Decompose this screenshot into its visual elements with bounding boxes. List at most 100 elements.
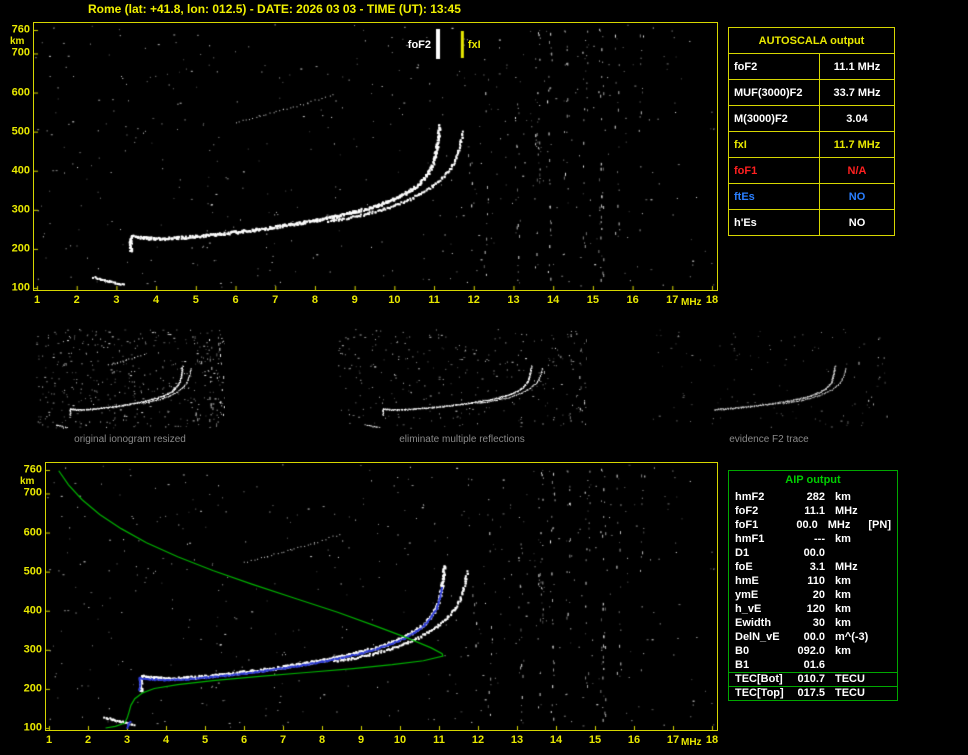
y-axis-tick-label: 200 <box>23 682 42 695</box>
x-axis-tick-label: 4 <box>153 294 160 306</box>
aip-param-unit: TECU <box>835 687 865 699</box>
aip-param-label: D1 <box>735 547 750 559</box>
aip-tec-row: TEC[Bot] 010.7 TECU <box>729 672 897 686</box>
aip-param-label: hmF2 <box>735 491 765 503</box>
page-title: Rome (lat: +41.8, lon: 012.5) - DATE: 20… <box>88 2 461 16</box>
x-axis-tick-label: 10 <box>388 294 401 306</box>
x-axis-tick-label: 2 <box>73 294 80 306</box>
aip-param-label: foF1 <box>735 519 759 531</box>
x-axis-tick-label: 17 <box>666 294 679 306</box>
x-axis-tick-label: 15 <box>586 294 599 306</box>
thumbnail-caption-original: original ionogram resized <box>74 434 186 445</box>
x-axis-tick-label: 4 <box>162 734 170 746</box>
aip-param-value: 01.6 <box>803 659 825 671</box>
x-axis-tick-label: 17 <box>666 734 680 746</box>
y-axis-tick-label: 600 <box>23 526 42 539</box>
autoscala-header-row: AUTOSCALA output <box>728 27 895 54</box>
bottom-y-axis-unit-label: km <box>20 476 35 487</box>
x-axis-tick-label: 12 <box>467 294 480 306</box>
autoscala-param-value: 33.7 MHz <box>819 79 895 106</box>
aip-param-value: 00.0 <box>803 631 825 643</box>
y-axis-tick-label: 700 <box>23 486 42 499</box>
autoscala-row: M(3000)F2 3.04 <box>728 105 895 132</box>
y-axis-tick-label: 500 <box>23 565 42 578</box>
x-axis-tick-label: 8 <box>311 294 318 306</box>
x-axis-tick-label: 13 <box>510 734 524 746</box>
x-axis-tick-label: 11 <box>428 294 440 306</box>
autoscala-row: MUF(3000)F2 33.7 MHz <box>728 79 895 106</box>
autoscala-param-label: foF1 <box>728 157 820 184</box>
y-axis-tick-label: 300 <box>11 203 30 216</box>
x-axis-tick-label: 18 <box>705 294 719 306</box>
x-axis-tick-label: 1 <box>33 294 41 306</box>
aip-param-value: 017.5 <box>797 687 825 699</box>
autoscala-param-value: 11.1 MHz <box>819 53 895 80</box>
autoscala-output-table: AUTOSCALA output foF2 11.1 MHz MUF(3000)F2… <box>728 27 895 236</box>
fxI-marker-label: fxI <box>467 39 481 51</box>
foF2-marker-label: foF2 <box>407 39 432 51</box>
aip-param-unit: km <box>835 617 851 629</box>
x-axis-tick-label: 18 <box>705 734 719 746</box>
top-ionogram-canvas <box>33 22 718 291</box>
thumbnail-original-ionogram-resized <box>35 328 225 430</box>
aip-row: foF2 11.1 MHz <box>729 504 897 518</box>
autoscala-param-label: MUF(3000)F2 <box>728 79 820 106</box>
thumbnail-caption-eliminate: eliminate multiple reflections <box>399 434 525 445</box>
aip-param-unit: MHz <box>835 505 858 517</box>
autoscala-param-label: M(3000)F2 <box>728 105 820 132</box>
aip-param-value: --- <box>814 533 825 545</box>
aip-param-value: 092.0 <box>797 645 825 657</box>
aip-param-unit <box>835 658 877 672</box>
aip-param-value: 3.1 <box>809 561 825 573</box>
autoscala-param-label: h'Es <box>728 209 820 236</box>
top-y-axis-unit-label: km <box>10 36 25 47</box>
autoscala-param-label: fxI <box>728 131 820 158</box>
autoscala-row: foF2 11.1 MHz <box>728 53 895 80</box>
y-axis-tick-label: 760 <box>11 23 30 36</box>
aip-param-label: h_vE <box>735 603 762 615</box>
aip-param-unit: m^(-3) <box>835 631 869 643</box>
x-axis-tick-label: 5 <box>201 734 209 746</box>
autoscala-param-value: NO <box>819 183 895 210</box>
y-axis-tick-label: 500 <box>11 125 30 138</box>
thumbnail-eliminate-multiple-reflections <box>337 328 587 430</box>
aip-param-label: foE <box>735 561 753 573</box>
aip-param-unit <box>835 546 877 560</box>
x-axis-tick-label: 6 <box>240 734 248 746</box>
aip-param-label: TEC[Top] <box>735 687 784 699</box>
autoscala-row: h'Es NO <box>728 209 895 236</box>
x-axis-tick-label: 7 <box>279 734 287 746</box>
aip-param-label: DelN_vE <box>735 631 780 643</box>
x-axis-tick-label: 9 <box>357 734 365 746</box>
x-axis-tick-label: 11 <box>433 734 445 746</box>
y-axis-tick-label: 400 <box>23 604 42 617</box>
aip-param-unit: km <box>835 603 851 615</box>
x-axis-tick-label: 10 <box>393 734 407 746</box>
x-axis-tick-label: 14 <box>549 734 563 746</box>
x-axis-tick-label: 6 <box>232 294 239 306</box>
aip-param-label: hmE <box>735 575 759 587</box>
aip-param-value: 282 <box>806 491 825 503</box>
aip-row: Ewidth 30 km <box>729 616 897 630</box>
autoscala-row: ftEs NO <box>728 183 895 210</box>
autoscala-param-value: N/A <box>819 157 895 184</box>
y-axis-tick-label: 100 <box>11 281 30 294</box>
aip-param-label: Ewidth <box>735 617 772 629</box>
bottom-ionogram-canvas <box>45 462 718 731</box>
aip-param-value: 11.1 <box>804 505 825 517</box>
x-axis-tick-label: 5 <box>192 294 199 306</box>
autoscala-table-title: AUTOSCALA output <box>728 27 895 54</box>
aip-row: D1 00.0 <box>729 546 897 560</box>
aip-param-label: TEC[Bot] <box>735 673 783 685</box>
autoscala-row: fxI 11.7 MHz <box>728 131 895 158</box>
aip-param-label: B1 <box>735 659 750 671</box>
aip-row: hmF1 --- km <box>729 532 897 546</box>
bottom-x-axis-unit-label: MHz <box>681 737 702 748</box>
aip-param-label: hmF1 <box>735 533 765 545</box>
x-axis-tick-label: 2 <box>84 734 92 746</box>
x-axis-tick-label: 16 <box>626 294 639 306</box>
autoscala-param-value: NO <box>819 209 895 236</box>
autoscala-window: Rome (lat: +41.8, lon: 012.5) - DATE: 20… <box>0 0 968 755</box>
aip-row: foE 3.1 MHz <box>729 560 897 574</box>
aip-param-value: 010.7 <box>797 673 825 685</box>
